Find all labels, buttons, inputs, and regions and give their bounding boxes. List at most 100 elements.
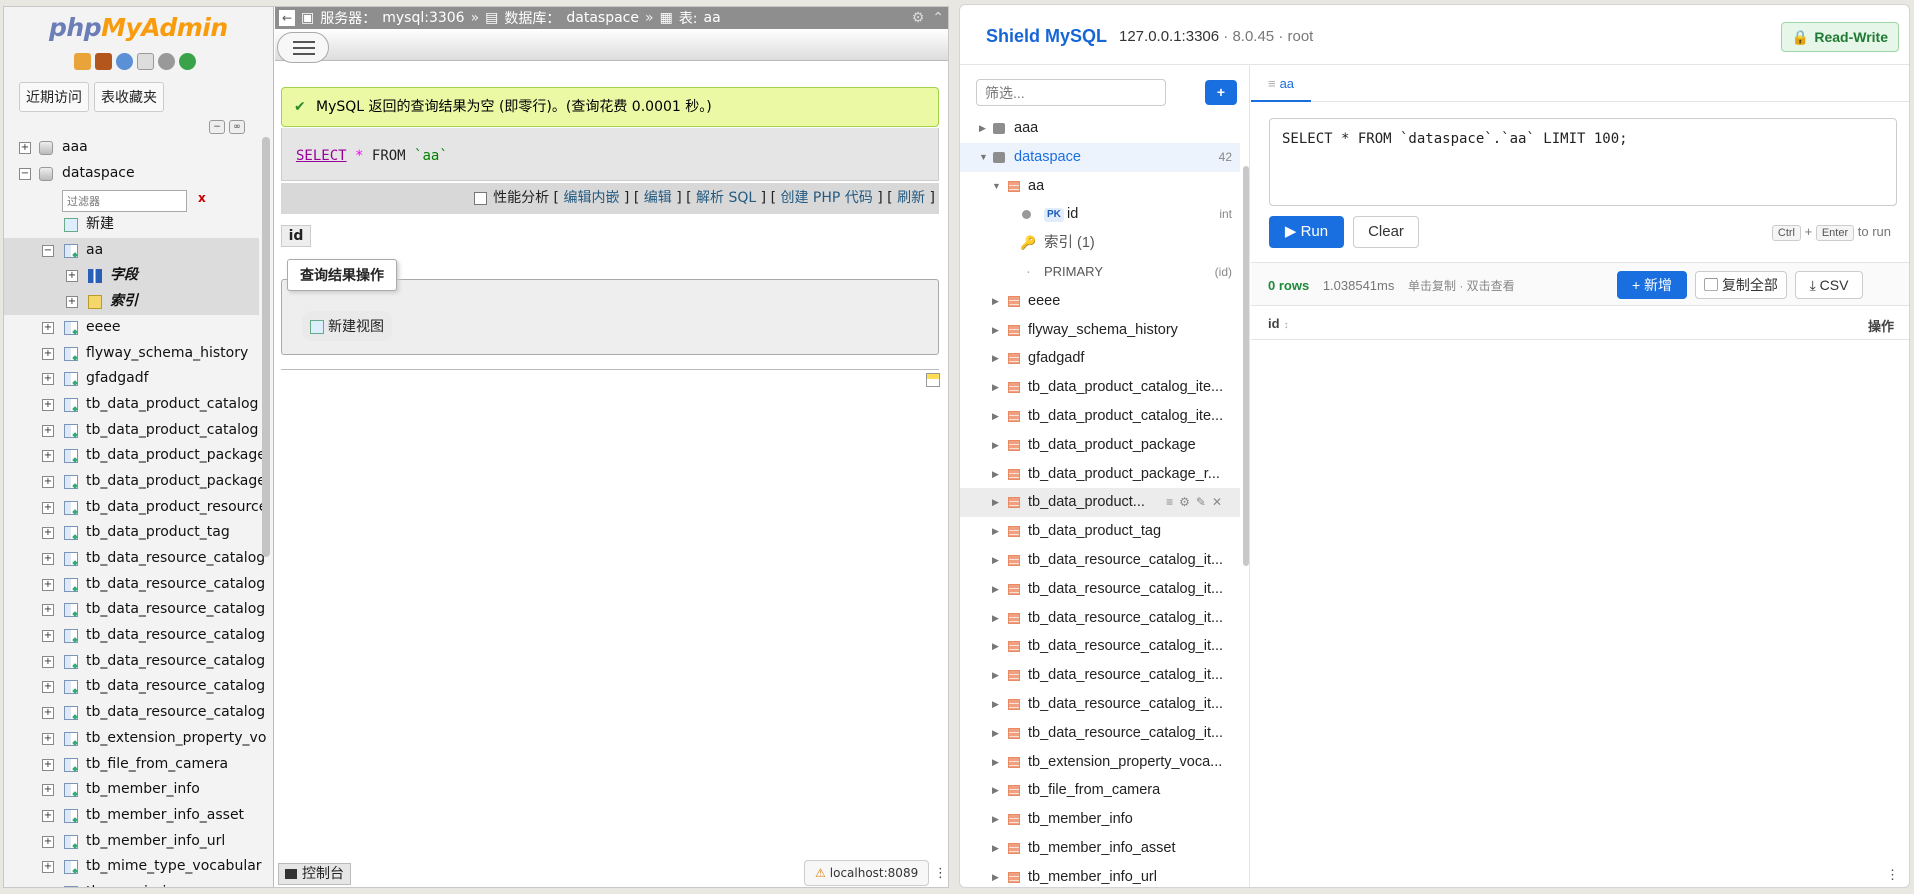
tree-new-table[interactable]: 新建 (4, 212, 259, 238)
console-toggle[interactable]: 控制台 (278, 863, 351, 885)
tree-table-item[interactable]: ▶ eeee (960, 287, 1240, 316)
edit-link[interactable]: 编辑 (644, 190, 672, 206)
expand-icon[interactable]: + (42, 501, 54, 514)
sidebar-scrollbar[interactable] (1243, 166, 1249, 566)
tree-table-item[interactable]: ▶ tb_data_product_package (960, 431, 1240, 460)
tree-table-item[interactable]: ▶ tb_file_from_camera (960, 776, 1240, 805)
breadcrumb-database[interactable]: dataspace (566, 10, 639, 26)
tree-table-item[interactable]: ▶ tb_data_resource_catalog_it... (960, 546, 1240, 575)
tree-table-item[interactable]: ▶ tb_data_product_package_r... (960, 460, 1240, 489)
tree-index-group[interactable]: 🔑 索引 (1) (960, 229, 1240, 258)
nav-scrollbar[interactable] (262, 137, 270, 557)
tree-table-item[interactable]: ▶ tb_data_product_catalog_ite... (960, 402, 1240, 431)
tree-table-item[interactable]: ▶ tb_data_resource_catalog_it... (960, 575, 1240, 604)
tree-table-item[interactable]: + tb_data_resource_catalog (4, 597, 265, 623)
tree-table-aa[interactable]: − aa (4, 237, 259, 264)
settings-icon[interactable] (158, 53, 175, 70)
favorites-tab[interactable]: 表收藏夹 (94, 82, 164, 112)
collapse-icon[interactable]: − (42, 244, 54, 257)
tree-column-id[interactable]: PK id int (960, 200, 1240, 229)
create-php-link[interactable]: 创建 PHP 代码 (780, 190, 872, 206)
help-icon[interactable] (116, 53, 133, 70)
tree-table-item[interactable]: + tb_mime_type_vocabular (4, 854, 262, 880)
tree-table-item[interactable]: + tb_data_product_package (4, 469, 266, 495)
expand-icon[interactable]: + (42, 321, 54, 334)
recent-tab[interactable]: 近期访问 (19, 82, 89, 112)
expand-icon[interactable]: + (42, 604, 54, 617)
list-icon[interactable]: ≡ (1166, 495, 1179, 509)
tree-table-item[interactable]: + tb_extension_property_vo (4, 726, 266, 752)
create-view-button[interactable]: 新建视图 (302, 311, 392, 341)
edit-inline-link[interactable]: 编辑内嵌 (563, 190, 619, 206)
tree-table-item[interactable]: ▶ tb_data_product_catalog_ite... (960, 373, 1240, 402)
tree-table-item[interactable]: ▶ tb_member_info_asset (960, 834, 1240, 863)
close-icon[interactable]: ✕ (1212, 495, 1228, 509)
expand-icon[interactable]: + (42, 578, 54, 591)
menu-hamburger-icon[interactable] (277, 32, 329, 63)
add-connection-button[interactable]: + (1205, 80, 1237, 105)
tree-table-item[interactable]: ▶ gfadgadf (960, 344, 1240, 373)
tree-index-primary[interactable]: · PRIMARY (id) (960, 258, 1240, 287)
clear-button[interactable]: Clear (1353, 216, 1419, 248)
tree-db-aaa[interactable]: + aaa (4, 135, 259, 161)
reload-icon[interactable] (179, 53, 196, 70)
gear-icon[interactable]: ⚙ (1179, 495, 1196, 509)
collapse-top-icon[interactable]: ⌃ (932, 10, 944, 26)
tree-table-item[interactable]: + tb_member_info_asset (4, 803, 259, 829)
tree-filter-input[interactable] (62, 190, 187, 213)
tree-table-item[interactable]: ▶ tb_member_info (960, 805, 1240, 834)
expand-icon[interactable]: + (42, 809, 54, 822)
tree-table-aa[interactable]: ▼ aa (960, 172, 1240, 201)
explain-sql-link[interactable]: 解析 SQL (696, 190, 756, 206)
tree-table-item[interactable]: ▶ tb_data_resource_catalog_it... (960, 604, 1240, 633)
logout-icon[interactable] (95, 53, 112, 70)
tree-table-item[interactable]: + eeee (4, 315, 259, 341)
tree-table-item[interactable]: + tb_data_resource_catalog (4, 623, 265, 649)
tree-table-item[interactable]: + tb_member_info_url (4, 829, 259, 855)
tree-table-item[interactable]: ▶ tb_data_resource_catalog_it... (960, 690, 1240, 719)
copy-all-button[interactable]: ▢ 复制全部 (1695, 271, 1787, 299)
docs-icon[interactable] (137, 53, 154, 70)
expand-icon[interactable]: + (42, 861, 54, 874)
more-options-icon[interactable]: ⋮ (934, 866, 947, 881)
expand-icon[interactable]: + (42, 450, 54, 463)
filter-clear-button[interactable]: x (198, 186, 206, 212)
expand-icon[interactable]: + (42, 373, 54, 386)
link-with-main-icon[interactable]: ∞ (229, 120, 245, 134)
tree-table-item[interactable]: + tb_data_product_tag (4, 520, 259, 546)
tab-aa[interactable]: ≡ aa (1251, 66, 1311, 102)
expand-icon[interactable]: + (42, 655, 54, 668)
tree-table-item[interactable]: ▶ tb_member_info_url (960, 863, 1240, 887)
tree-table-item[interactable]: + tb_file_from_camera (4, 752, 259, 778)
pma-logo[interactable]: phpMyAdmin (49, 13, 228, 42)
profiling-checkbox[interactable] (474, 191, 488, 205)
expand-icon[interactable]: + (19, 142, 31, 154)
tree-table-item[interactable]: + tb_data_product_resource (4, 495, 267, 521)
home-icon[interactable] (74, 53, 91, 70)
expand-icon[interactable]: + (42, 424, 54, 437)
expand-icon[interactable]: + (66, 270, 78, 283)
expand-icon[interactable]: + (42, 630, 54, 643)
tree-table-item[interactable]: +tb_permission (4, 880, 259, 887)
expand-icon[interactable]: + (42, 347, 54, 360)
sidebar-filter-input[interactable] (976, 79, 1166, 106)
tree-table-item[interactable]: + tb_data_resource_catalog (4, 674, 265, 700)
tree-table-item[interactable]: ▶ flyway_schema_history (960, 316, 1240, 345)
tree-table-item[interactable]: ▶ tb_data_resource_catalog_it... (960, 719, 1240, 748)
edit-icon[interactable]: ✎ (1196, 495, 1212, 509)
read-write-toggle[interactable]: 🔒 Read-Write (1780, 22, 1899, 52)
expand-icon[interactable]: + (66, 296, 78, 309)
grid-column-id[interactable]: id ↕ (1268, 316, 1289, 331)
sql-select-keyword[interactable]: SELECT (296, 148, 347, 164)
status-host-chip[interactable]: ⚠ localhost:8089 (804, 860, 930, 886)
tree-table-item[interactable]: + tb_data_resource_catalog (4, 572, 265, 598)
run-button[interactable]: ▶ Run (1269, 216, 1344, 248)
tree-table-item[interactable]: + tb_member_info (4, 777, 259, 803)
tree-table-item[interactable]: + tb_data_resource_catalog (4, 546, 265, 572)
tree-db-dataspace[interactable]: ▼ dataspace 42 (960, 142, 1240, 172)
back-arrow-icon[interactable]: ← (279, 10, 295, 26)
expand-icon[interactable]: + (42, 681, 54, 694)
tree-table-item[interactable]: ▶ tb_data_product... ≡⚙✎✕ (960, 488, 1240, 518)
tree-aa-indexes[interactable]: + 索引 (4, 289, 259, 315)
add-row-button[interactable]: + 新增 (1617, 271, 1687, 299)
